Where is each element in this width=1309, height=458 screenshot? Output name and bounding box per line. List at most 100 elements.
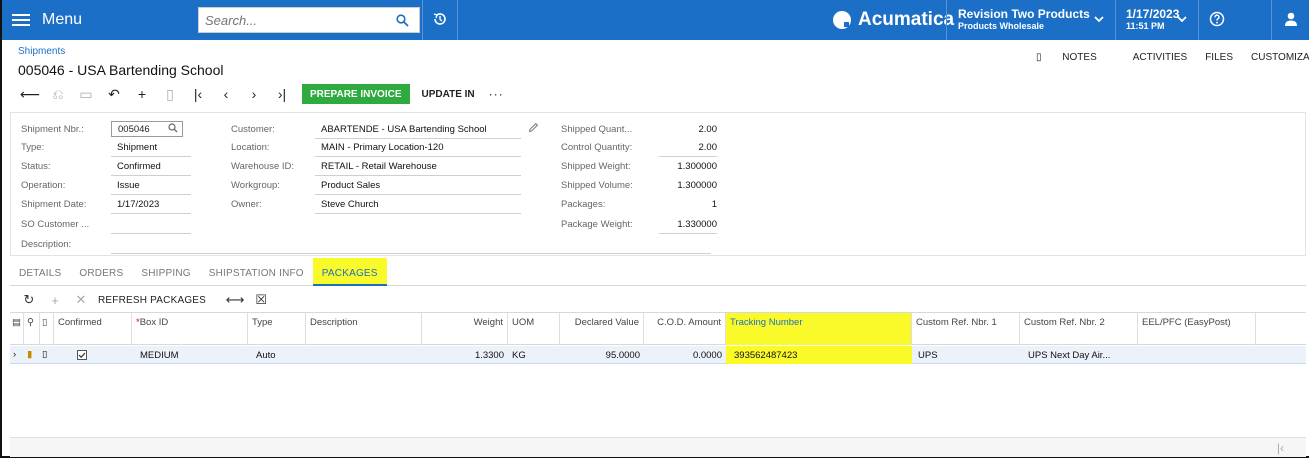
owner-field[interactable]: Steve Church — [315, 199, 521, 214]
logo-text: Acumatica — [858, 9, 955, 30]
description-field[interactable] — [111, 239, 711, 254]
tab-orders[interactable]: ORDERS — [70, 258, 132, 286]
header-description[interactable]: Description — [306, 313, 422, 345]
cell-uom[interactable]: KG — [508, 346, 560, 364]
first-page-icon[interactable]: |‹ — [1277, 441, 1284, 455]
header-eel-pfc[interactable]: EEL/PFC (EasyPost) — [1138, 313, 1256, 345]
tab-packages[interactable]: PACKAGES — [312, 258, 387, 286]
cell-declared-value[interactable]: 95.0000 — [560, 346, 644, 364]
header-confirmed[interactable]: Confirmed — [54, 313, 132, 345]
files-link[interactable]: FILES — [1205, 52, 1233, 63]
delete-row-icon[interactable]: ✕ — [68, 292, 94, 308]
type-field[interactable]: Shipment — [111, 142, 191, 157]
more-actions-button[interactable]: ··· — [489, 87, 504, 101]
cell-weight[interactable]: 1.3300 — [422, 346, 508, 364]
search-input[interactable] — [199, 8, 389, 32]
header-uom[interactable]: UOM — [508, 313, 560, 345]
header-cod-amount[interactable]: C.O.D. Amount — [644, 313, 726, 345]
cell-cod-amount[interactable]: 0.0000 — [644, 346, 726, 364]
shipped-volume-value: 1.300000 — [677, 180, 717, 191]
header-tracking-number[interactable]: Tracking Number — [726, 313, 912, 345]
warehouse-field[interactable]: RETAIL - Retail Warehouse — [315, 161, 521, 176]
search-box[interactable] — [198, 7, 420, 33]
cell-custom-ref-1[interactable]: UPS — [912, 346, 1020, 364]
fit-columns-icon[interactable]: ⟷ — [222, 292, 248, 308]
cell-description[interactable] — [306, 346, 422, 364]
row-expand-icon[interactable]: › — [10, 346, 24, 364]
refresh-packages-button[interactable]: REFRESH PACKAGES — [98, 295, 206, 306]
note-icon: ▯ — [42, 317, 48, 328]
activities-link[interactable]: ACTIVITIES — [1133, 52, 1187, 63]
next-record-icon[interactable]: › — [240, 82, 268, 106]
confirmed-checkbox[interactable] — [54, 346, 132, 364]
previous-record-icon[interactable]: ‹ — [212, 82, 240, 106]
header-type[interactable]: Type — [248, 313, 306, 345]
paperclip-icon: ⚲ — [27, 317, 34, 328]
cell-box-id[interactable]: MEDIUM — [132, 346, 248, 364]
export-excel-icon[interactable]: ☒ — [248, 292, 274, 308]
breadcrumb[interactable]: Shipments — [18, 46, 65, 57]
menu-button[interactable]: Menu — [2, 0, 182, 40]
table-row[interactable]: › ▮ ▯ MEDIUM Auto 1.3300 KG 95.0000 0.00… — [10, 346, 1306, 364]
shipment-date-field[interactable]: 1/17/2023 — [111, 199, 191, 214]
header-box-id[interactable]: *Box ID — [132, 313, 248, 345]
cell-eel-pfc[interactable] — [1138, 346, 1256, 364]
tenant-selector[interactable]: Revision Two Products Products Wholesale — [946, 0, 1116, 40]
first-record-icon[interactable]: |‹ — [184, 82, 212, 106]
status-field[interactable]: Confirmed — [111, 161, 191, 176]
search-icon[interactable] — [168, 123, 178, 136]
customization-link[interactable]: CUSTOMIZATI — [1251, 52, 1309, 63]
so-customer-field[interactable] — [111, 219, 191, 234]
add-row-icon[interactable]: + — [42, 293, 68, 308]
chevron-down-icon — [1177, 15, 1187, 26]
header-box-id-label: Box ID — [139, 317, 169, 328]
cell-tracking-number[interactable]: 393562487423 — [726, 346, 912, 364]
note-icon[interactable]: ▯ — [40, 346, 54, 364]
operation-label: Operation: — [21, 180, 66, 191]
undo-icon[interactable]: ⎌ — [44, 82, 72, 106]
shipped-quantity-label: Shipped Quant... — [561, 124, 633, 135]
notes-link[interactable]: ▯ NOTES — [1036, 52, 1115, 63]
customer-field[interactable]: ABARTENDE - USA Bartending School — [315, 124, 521, 139]
back-icon[interactable]: ⟵ — [16, 82, 44, 106]
add-icon[interactable]: + — [128, 82, 156, 106]
cancel-icon[interactable]: ↶ — [100, 82, 128, 106]
shipped-weight-label: Shipped Weight: — [561, 161, 631, 172]
acumatica-logo[interactable]: Acumatica — [833, 0, 954, 40]
tab-bar: DETAILS ORDERS SHIPPING SHIPSTATION INFO… — [10, 258, 1306, 286]
tab-shipping[interactable]: SHIPPING — [132, 258, 199, 286]
control-quantity-field[interactable]: 2.00 — [659, 142, 717, 157]
header-custom-ref-1[interactable]: Custom Ref. Nbr. 1 — [912, 313, 1020, 345]
main-toolbar: ⟵ ⎌ ▭ ↶ + ▯ |‹ ‹ › ›| PREPARE INVOICE UP… — [16, 82, 504, 106]
location-field[interactable]: MAIN - Primary Location-120 — [315, 142, 521, 157]
tab-shipstation-info[interactable]: SHIPSTATION INFO — [200, 258, 313, 286]
grid-menu-icon[interactable]: ▤ — [12, 317, 21, 328]
file-attachment-icon[interactable]: ▮ — [24, 346, 40, 364]
shipped-weight-value: 1.300000 — [677, 161, 717, 172]
business-date-selector[interactable]: 1/17/2023 11:51 PM — [1115, 0, 1197, 40]
search-icon[interactable] — [389, 8, 415, 32]
shipment-nbr-field[interactable]: 005046 — [111, 121, 183, 137]
user-button[interactable] — [1271, 0, 1309, 40]
refresh-icon[interactable]: ↻ — [16, 292, 42, 308]
edit-pencil-icon[interactable] — [528, 122, 539, 136]
header-weight[interactable]: Weight — [422, 313, 508, 345]
delete-icon[interactable]: ▯ — [156, 82, 184, 106]
header-custom-ref-2[interactable]: Custom Ref. Nbr. 2 — [1020, 313, 1138, 345]
history-button[interactable] — [422, 0, 458, 40]
prepare-invoice-button[interactable]: PREPARE INVOICE — [302, 84, 410, 104]
note-header: ▯ — [40, 313, 54, 345]
header-declared-value[interactable]: Declared Value — [560, 313, 644, 345]
package-weight-label: Package Weight: — [561, 219, 633, 230]
update-in-button[interactable]: UPDATE IN — [422, 89, 475, 100]
help-button[interactable] — [1198, 0, 1234, 40]
cell-custom-ref-2[interactable]: UPS Next Day Air... — [1020, 346, 1138, 364]
shipped-quantity-value: 2.00 — [698, 124, 718, 135]
last-record-icon[interactable]: ›| — [268, 82, 296, 106]
header-links: ▯ NOTES ACTIVITIES FILES CUSTOMIZATI — [1036, 52, 1309, 63]
operation-field[interactable]: Issue — [111, 180, 191, 195]
save-icon[interactable]: ▭ — [72, 82, 100, 106]
workgroup-field[interactable]: Product Sales — [315, 180, 521, 195]
cell-type[interactable]: Auto — [248, 346, 306, 364]
tab-details[interactable]: DETAILS — [10, 258, 70, 286]
